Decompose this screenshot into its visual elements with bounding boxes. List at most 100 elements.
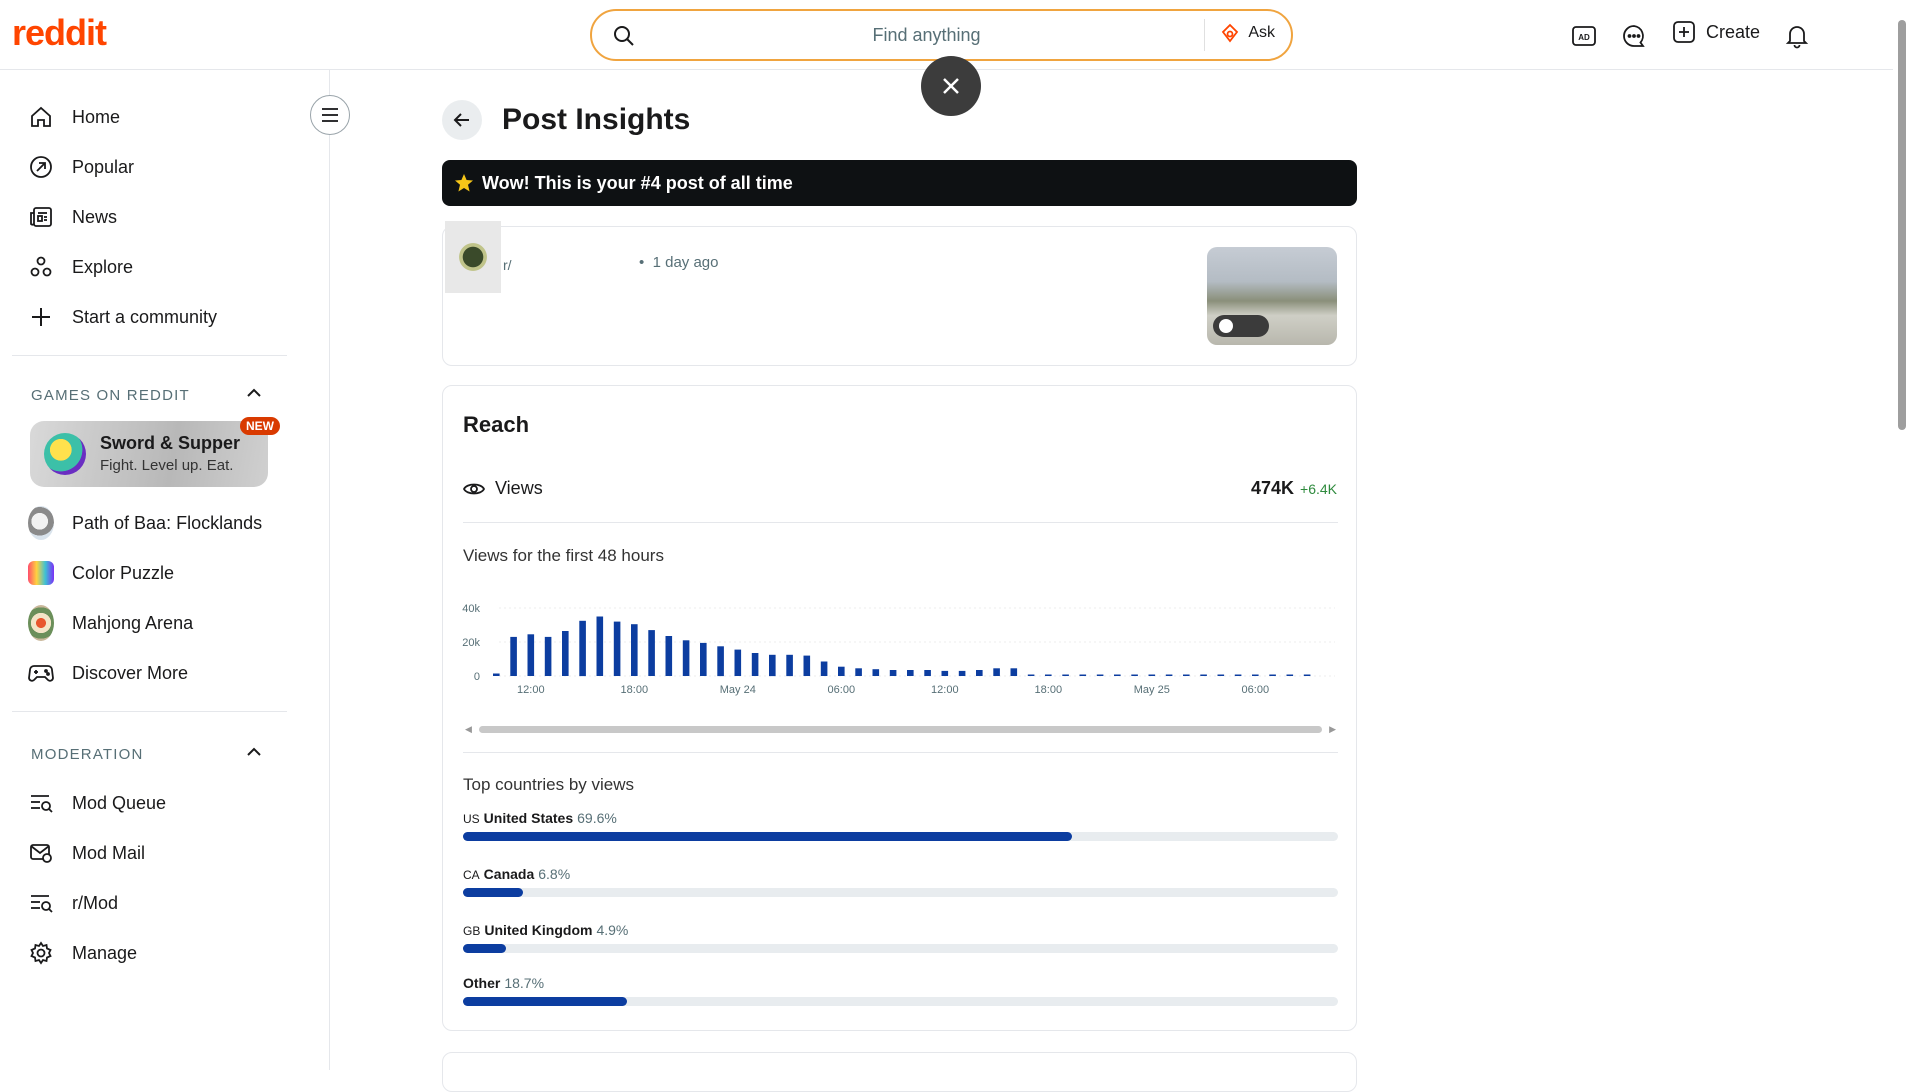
chart-scrollbar[interactable]: ◀ ▶: [463, 722, 1338, 734]
collapse-sidebar-button[interactable]: [310, 95, 350, 135]
close-icon: [943, 78, 959, 94]
chart-bar[interactable]: [924, 670, 931, 676]
country-bar-fill: [463, 944, 506, 953]
featured-game-card[interactable]: Sword & Supper Fight. Level up. Eat.: [30, 421, 268, 487]
chart-bar[interactable]: [613, 621, 621, 676]
chart-bar[interactable]: [1131, 674, 1138, 677]
news-icon: [28, 204, 54, 230]
chart-bar[interactable]: [510, 636, 517, 676]
chart-bar[interactable]: [1045, 674, 1052, 677]
chart-bar[interactable]: [631, 624, 638, 676]
chart-bar[interactable]: [700, 642, 707, 676]
sidebar-item-mod-queue[interactable]: Mod Queue: [28, 781, 288, 825]
chart-bar[interactable]: [1286, 674, 1294, 677]
chart-bar[interactable]: [1252, 674, 1259, 677]
chart-bar[interactable]: [1269, 674, 1276, 677]
chevron-up-icon[interactable]: [245, 743, 263, 761]
post-thumbnail[interactable]: [1207, 247, 1337, 345]
chart-bar[interactable]: [855, 668, 862, 676]
sidebar-item-path-of-baa[interactable]: Path of Baa: Flocklands: [28, 501, 288, 545]
create-button[interactable]: Create: [1672, 20, 1760, 44]
chart-bar[interactable]: [1234, 674, 1242, 677]
sidebar-item-news[interactable]: News: [28, 195, 288, 239]
close-button[interactable]: [921, 56, 981, 116]
sidebar-item-mod-mail[interactable]: Mod Mail: [28, 831, 288, 875]
scroll-right-arrow[interactable]: ▶: [1329, 724, 1336, 735]
chart-bar[interactable]: [648, 630, 655, 676]
chart-bar[interactable]: [803, 655, 811, 676]
post-subreddit[interactable]: r/: [503, 257, 512, 273]
chart-bar[interactable]: [665, 636, 673, 676]
chart-bar[interactable]: [544, 636, 552, 676]
chart-bar[interactable]: [1200, 674, 1207, 677]
plus-box-icon: [1673, 21, 1695, 43]
sidebar-item-start-community[interactable]: Start a community: [28, 295, 288, 339]
sidebar-item-popular[interactable]: Popular: [28, 145, 288, 189]
chart-bar[interactable]: [717, 646, 724, 677]
ask-button[interactable]: Ask: [1220, 23, 1275, 43]
chart-bar[interactable]: [682, 640, 690, 676]
chart-bar[interactable]: [1114, 674, 1121, 677]
sidebar-item-manage[interactable]: Manage: [28, 931, 288, 975]
sidebar-item-label: Start a community: [72, 306, 218, 327]
post-time-text: 1 day ago: [652, 254, 719, 271]
page-scrollbar[interactable]: [1893, 0, 1910, 1070]
chart-bar[interactable]: [1096, 674, 1104, 677]
page-scrollbar-thumb[interactable]: [1898, 20, 1906, 430]
chart-bar[interactable]: [596, 616, 604, 677]
chart-bar[interactable]: [1165, 674, 1173, 677]
chart-bar[interactable]: [527, 634, 535, 676]
chart-bar[interactable]: [579, 620, 586, 677]
chart-bar[interactable]: [1183, 674, 1190, 677]
chart-bar[interactable]: [941, 670, 949, 676]
sidebar-item-mahjong-arena[interactable]: Mahjong Arena: [28, 601, 288, 645]
eye-icon: [463, 483, 485, 494]
search-divider: [1204, 19, 1205, 51]
chart-bar[interactable]: [751, 653, 759, 676]
chart-bar[interactable]: [1010, 668, 1018, 676]
chart-bar[interactable]: [958, 670, 966, 676]
sidebar-item-label: Home: [72, 106, 121, 127]
sidebar-divider: [12, 711, 287, 712]
reddit-logo[interactable]: reddit: [12, 12, 107, 54]
sidebar-item-color-puzzle[interactable]: Color Puzzle: [28, 551, 288, 595]
sidebar-item-label: r/Mod: [72, 892, 119, 913]
reach-title: Reach: [463, 412, 530, 437]
chart-bar[interactable]: [1062, 674, 1069, 677]
chart-bar[interactable]: [889, 670, 897, 676]
chart-bar[interactable]: [907, 670, 914, 676]
chart-bar[interactable]: [820, 661, 828, 677]
chart-bar[interactable]: [1148, 674, 1156, 677]
search-placeholder: Find anything: [872, 25, 981, 45]
chart-bar[interactable]: [769, 654, 776, 677]
countries-title: Top countries by views: [463, 775, 635, 794]
scroll-left-arrow[interactable]: ◀: [465, 724, 472, 735]
chart-bar[interactable]: [1079, 674, 1087, 677]
chart-bar[interactable]: [993, 668, 1000, 676]
chart-bar[interactable]: [976, 670, 983, 676]
post-card[interactable]: r/ • 1 day ago: [442, 221, 1357, 366]
divider: [463, 752, 1338, 753]
chart-bar[interactable]: [562, 631, 569, 676]
chart-bar[interactable]: [838, 666, 845, 676]
back-button[interactable]: [442, 100, 482, 140]
chart-bar[interactable]: [1303, 674, 1311, 677]
advertise-icon[interactable]: AD: [1570, 22, 1598, 50]
chart-bar[interactable]: [786, 654, 793, 677]
chart-bar[interactable]: [1027, 674, 1035, 677]
sidebar-item-r-mod[interactable]: r/Mod: [28, 881, 288, 925]
chart-bar[interactable]: [1217, 674, 1225, 677]
chart-bar[interactable]: [734, 649, 742, 676]
color-puzzle-icon: [28, 560, 54, 586]
chat-icon[interactable]: [1620, 22, 1648, 50]
sidebar-item-home[interactable]: Home: [28, 95, 288, 139]
chart-bar[interactable]: [493, 673, 500, 677]
country-bar-track: [463, 888, 1338, 897]
sidebar-item-discover-more[interactable]: Discover More: [28, 651, 288, 695]
sidebar-item-explore[interactable]: Explore: [28, 245, 288, 289]
chart-bar[interactable]: [872, 669, 880, 676]
search-bar[interactable]: Find anything Ask: [590, 9, 1293, 61]
chart-scrollbar-thumb[interactable]: [479, 726, 1322, 733]
chevron-up-icon[interactable]: [245, 384, 263, 402]
notification-bell-icon[interactable]: [1783, 22, 1811, 50]
